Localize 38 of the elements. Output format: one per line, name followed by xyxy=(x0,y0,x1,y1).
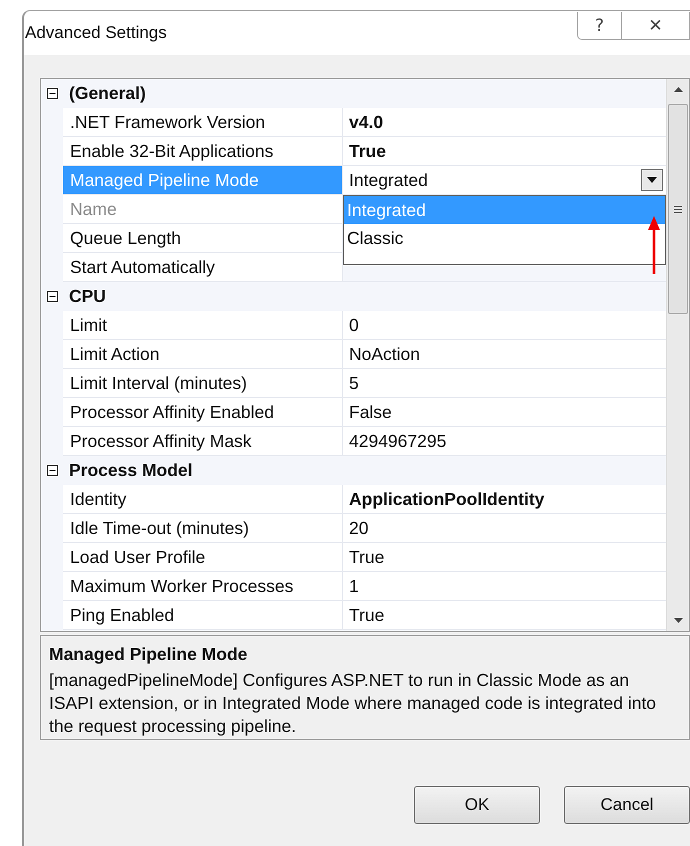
property-name[interactable]: Processor Affinity Enabled xyxy=(63,398,343,427)
property-name[interactable]: Limit xyxy=(63,311,343,340)
cancel-button[interactable]: Cancel xyxy=(564,786,690,824)
property-name[interactable]: Load User Profile xyxy=(63,543,343,572)
description-title: Managed Pipeline Mode xyxy=(49,644,248,665)
ok-button[interactable]: OK xyxy=(414,786,540,824)
category-label: CPU xyxy=(69,286,106,307)
window-title: Advanced Settings xyxy=(25,23,167,43)
property-value: True xyxy=(343,137,666,166)
property-name[interactable]: Maximum Worker Processes xyxy=(63,572,343,601)
help-button[interactable]: ? xyxy=(577,12,622,40)
category-label: (General) xyxy=(69,83,146,104)
property-value: True xyxy=(343,543,666,572)
property-name[interactable]: Limit Action xyxy=(63,340,343,369)
property-name[interactable]: Identity xyxy=(63,485,343,514)
property-value: False xyxy=(343,398,666,427)
dropdown-field[interactable]: Integrated xyxy=(343,166,666,195)
property-name[interactable]: .NET Framework Version xyxy=(63,108,343,137)
property-name[interactable]: Idle Time-out (minutes) xyxy=(63,514,343,543)
property-value: v4.0 xyxy=(343,108,666,137)
dropdown-option[interactable]: Classic xyxy=(344,224,665,252)
property-name[interactable]: Limit Interval (minutes) xyxy=(63,369,343,398)
property-value: True xyxy=(343,601,666,630)
close-button[interactable]: ✕ xyxy=(622,12,690,40)
property-value: 1 xyxy=(343,572,666,601)
property-name[interactable]: Queue Length xyxy=(63,224,343,253)
property-name[interactable]: Processor Affinity Mask xyxy=(63,427,343,456)
property-value: NoAction xyxy=(343,340,666,369)
property-value: 0 xyxy=(343,311,666,340)
property-name[interactable]: Start Automatically xyxy=(63,253,343,282)
property-name[interactable]: Ping Enabled xyxy=(63,601,343,630)
property-value: 5 xyxy=(343,369,666,398)
property-value: 4294967295 xyxy=(343,427,666,456)
property-value: 20 xyxy=(343,514,666,543)
property-name[interactable]: Enable 32-Bit Applications xyxy=(63,137,343,166)
description-text: [managedPipelineMode] Configures ASP.NET to run in Classic Mode as an ISAPI extension, or in Integrated Mode where managed code is integrated into the request processing pipeline. xyxy=(49,669,658,738)
property-value: ApplicationPoolIdentity xyxy=(343,485,666,514)
category-label: Process Model xyxy=(69,460,193,481)
